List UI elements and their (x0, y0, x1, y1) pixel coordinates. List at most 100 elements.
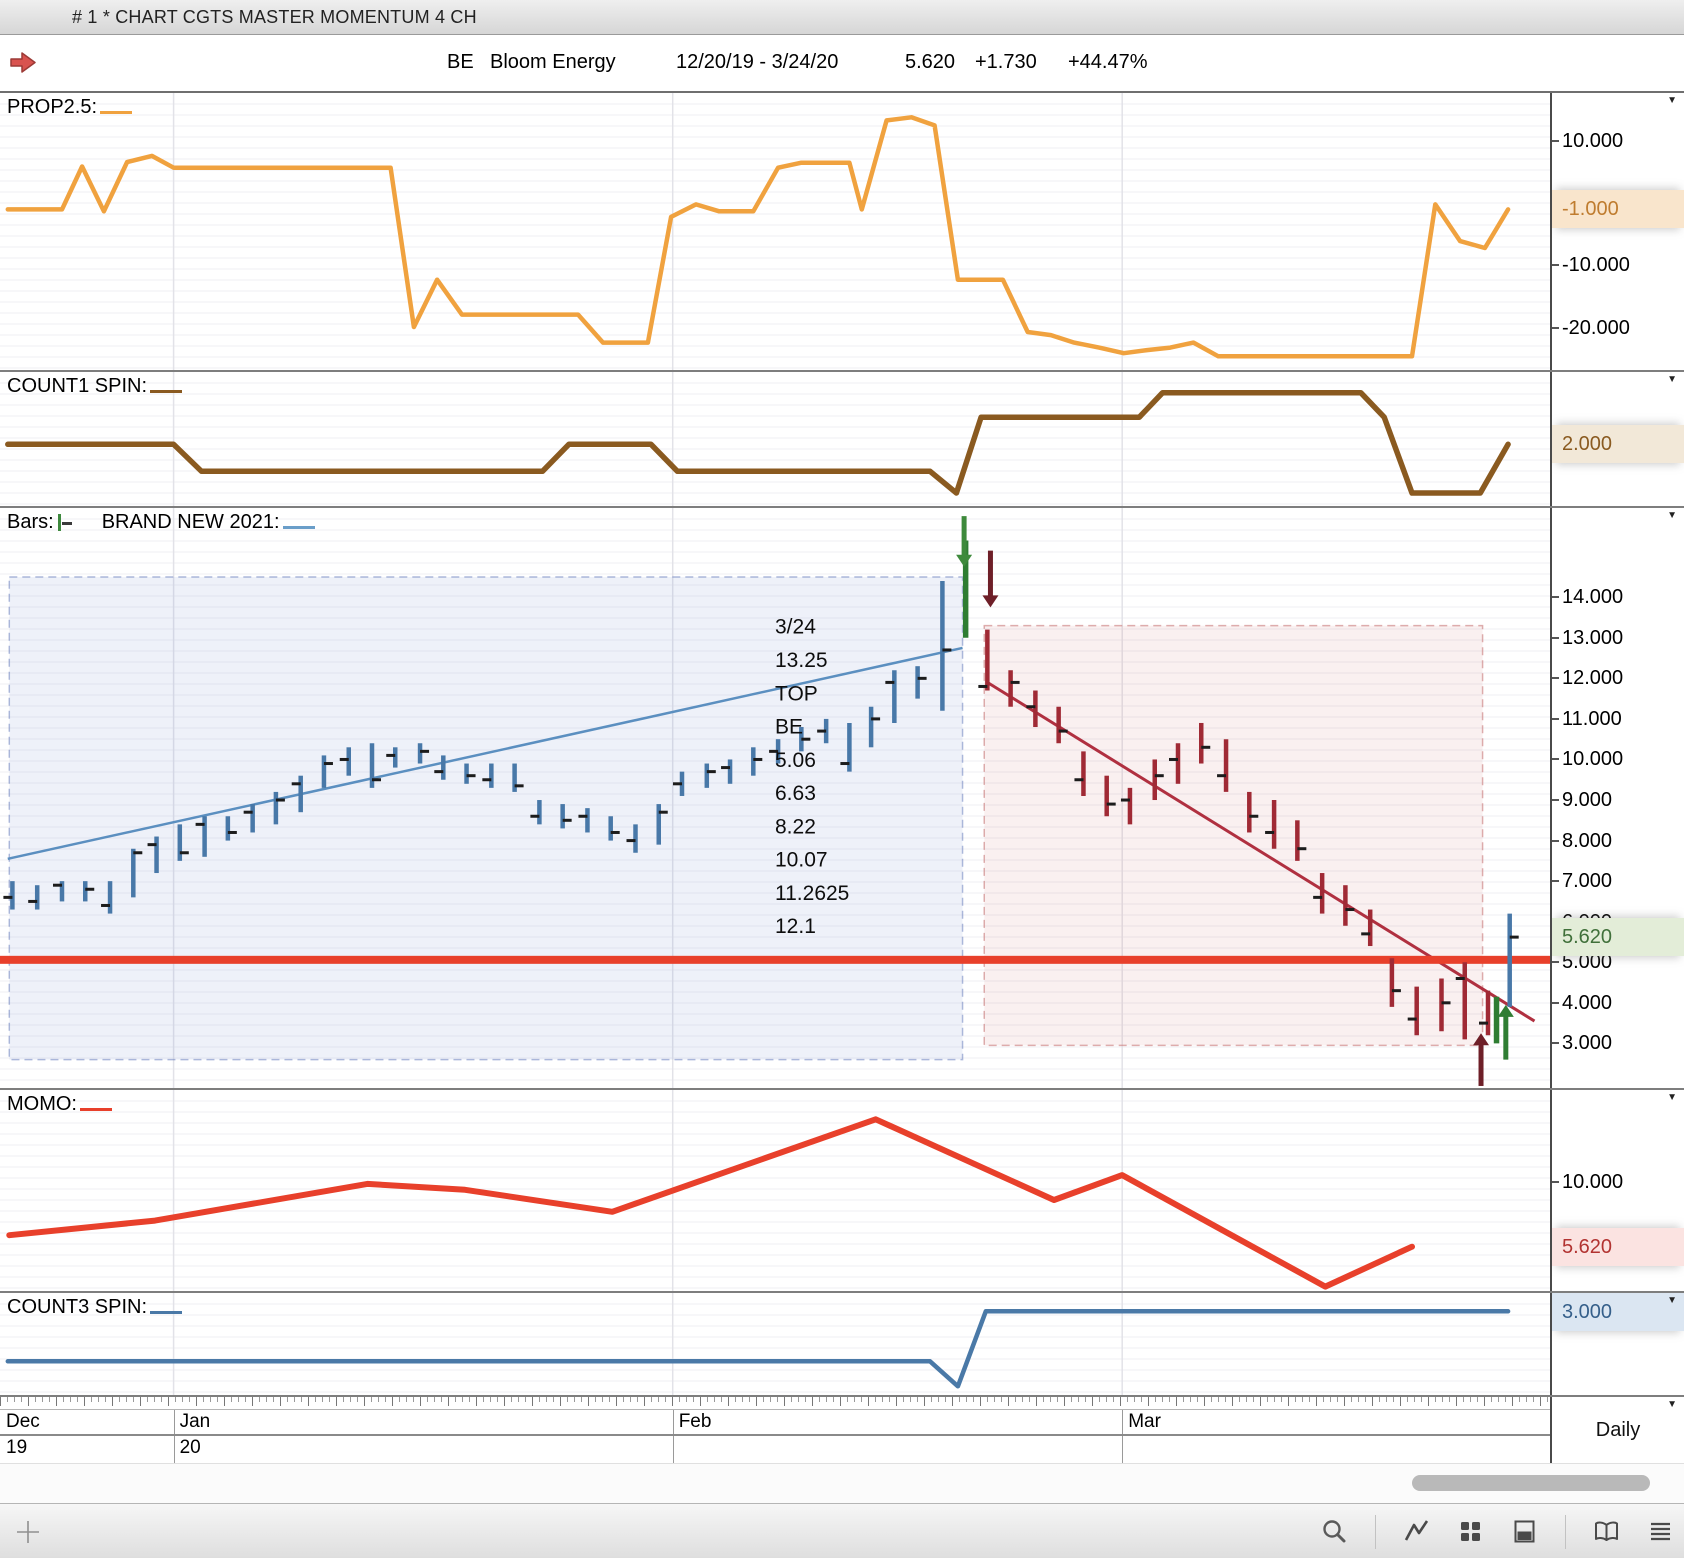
period-label: Daily (1595, 1418, 1641, 1441)
price-change: +1.730 (975, 51, 1037, 73)
brown-line-swatch (150, 390, 183, 393)
svg-text:5.06: 5.06 (775, 749, 816, 772)
book-icon[interactable] (1593, 1518, 1620, 1545)
horizontal-scrollbar-thumb[interactable] (1412, 1475, 1650, 1491)
panel-count3: COUNT3 SPIN: ▼ 3.000 (0, 1293, 1684, 1397)
percent-change: +44.47% (1068, 51, 1148, 73)
panel-dropdown-triangle-icon[interactable]: ▼ (1667, 1092, 1677, 1103)
axis-value-badge: 3.000 (1552, 1293, 1684, 1331)
last-price: 5.620 (905, 51, 956, 73)
period-dropdown-triangle-icon[interactable]: ▼ (1667, 1399, 1677, 1410)
bars-canvas[interactable]: 3/24 13.25 TOP BE 5.06 6.63 8.22 10.07 11.2625 12… (0, 508, 1550, 1088)
crosshair-plus-icon[interactable] (14, 1518, 42, 1546)
year-labels-row: 19 20 (0, 1436, 1550, 1463)
axis-label: 11.000 (1552, 706, 1684, 732)
month-separator (1122, 1410, 1124, 1434)
prop25-canvas[interactable] (0, 93, 1550, 370)
panel-dropdown-triangle-icon[interactable]: ▼ (1667, 510, 1677, 521)
axis-label: 14.000 (1552, 584, 1684, 610)
momo-axis: ▼ 10.000 5.620 (1550, 1090, 1684, 1291)
count3-canvas[interactable] (0, 1293, 1550, 1395)
axis-label: 7.000 (1552, 868, 1684, 894)
axis-label: 10.000 (1552, 1169, 1684, 1195)
red-right-arrow-icon[interactable] (8, 49, 38, 77)
svg-text:12.1: 12.1 (775, 915, 816, 938)
momo-plot[interactable]: MOMO: (0, 1090, 1550, 1291)
month-label: Dec (6, 1411, 40, 1432)
prop25-axis: ▼ 10.000 -10.000 -20.000 -1.000 (1550, 93, 1684, 370)
magnifier-icon[interactable] (1321, 1518, 1348, 1545)
axis-label: 13.000 (1552, 625, 1684, 651)
toolbar-separator (1565, 1514, 1566, 1549)
panel-count1: COUNT1 SPIN: ▼ 2.000 (0, 372, 1684, 508)
quote-header: BE Bloom Energy 12/20/19 - 3/24/20 5.620… (0, 35, 1684, 93)
window-title: # 1 * CHART CGTS MASTER MOMENTUM 4 CH (72, 6, 477, 27)
panel-momo: MOMO: ▼ 10.000 5.620 (0, 1090, 1684, 1293)
count3-plot[interactable]: COUNT3 SPIN: (0, 1293, 1550, 1395)
month-separator (173, 1436, 175, 1463)
axis-label: 10.000 (1552, 746, 1684, 772)
svg-text:11.2625: 11.2625 (775, 882, 849, 905)
axis-label: 10.000 (1552, 128, 1684, 154)
axis-value-badge: 5.620 (1552, 918, 1684, 957)
chart-window: # 1 * CHART CGTS MASTER MOMENTUM 4 CH BE… (0, 0, 1684, 1558)
prop25-plot[interactable]: PROP2.5: (0, 93, 1550, 370)
axis-value-badge: 2.000 (1552, 425, 1684, 464)
svg-text:10.07: 10.07 (775, 849, 828, 872)
panel-prop25: PROP2.5: ▼ 10.000 -10.000 -20.000 -1.000 (0, 93, 1684, 372)
steel-line-swatch (150, 1311, 183, 1314)
menu-lines-icon[interactable] (1647, 1518, 1674, 1545)
month-separator (672, 1410, 674, 1434)
momo-canvas[interactable] (0, 1090, 1550, 1291)
axis-label: 3.000 (1552, 1030, 1684, 1056)
date-range: 12/20/19 - 3/24/20 (676, 51, 839, 73)
axis-label: 12.000 (1552, 665, 1684, 691)
count1-axis: ▼ 2.000 (1550, 372, 1684, 506)
toolbar-separator (1375, 1514, 1376, 1549)
panel-price-bars: Bars: BRAND NEW 2021: 3/24 13.25 TOP BE 5.06 6… (0, 508, 1684, 1090)
bars-title: Bars: BRAND NEW 2021: (7, 511, 315, 534)
count3-axis: ▼ 3.000 (1550, 1293, 1684, 1395)
horizontal-scroll-area (0, 1463, 1684, 1503)
blue-line-swatch (282, 526, 315, 529)
count1-plot[interactable]: COUNT1 SPIN: (0, 372, 1550, 506)
bottom-toolbar (0, 1503, 1684, 1558)
axis-label: -20.000 (1552, 315, 1684, 341)
ticker-symbol: BE (447, 51, 474, 73)
svg-text:13.25: 13.25 (775, 649, 828, 672)
title-bar: # 1 * CHART CGTS MASTER MOMENTUM 4 CH (0, 0, 1684, 35)
axis-label: -10.000 (1552, 252, 1684, 278)
svg-text:3/24: 3/24 (775, 616, 816, 639)
prop25-title: PROP2.5: (7, 96, 133, 119)
line-chart-icon[interactable] (1403, 1518, 1430, 1545)
axis-label: 9.000 (1552, 787, 1684, 813)
month-labels-row: Dec Jan Feb Mar (0, 1410, 1550, 1436)
count3-title: COUNT3 SPIN: (7, 1296, 183, 1319)
month-separator (672, 1436, 674, 1463)
x-axis-area: Dec Jan Feb Mar 19 20 Daily ▼ (0, 1397, 1684, 1463)
red-line-swatch (80, 1108, 112, 1111)
svg-text:8.22: 8.22 (775, 815, 816, 838)
month-label: Mar (1128, 1411, 1161, 1432)
bar-tick-swatch (61, 522, 72, 525)
panel-dropdown-triangle-icon[interactable]: ▼ (1667, 95, 1677, 106)
year-label: 19 (6, 1437, 28, 1458)
orange-line-swatch (100, 111, 133, 114)
company-name: Bloom Energy (490, 51, 616, 73)
split-view-icon[interactable] (1511, 1518, 1538, 1545)
month-separator (1122, 1436, 1124, 1463)
year-label: 20 (179, 1437, 201, 1458)
month-label: Feb (678, 1411, 712, 1432)
grid-view-icon[interactable] (1457, 1518, 1484, 1545)
panel-dropdown-triangle-icon[interactable]: ▼ (1667, 374, 1677, 385)
month-separator (173, 1410, 175, 1434)
bar-style-swatch (57, 514, 61, 531)
date-tick-ruler (0, 1397, 1550, 1410)
axis-label: 8.000 (1552, 828, 1684, 854)
panel-dropdown-triangle-icon[interactable]: ▼ (1667, 1295, 1677, 1306)
period-selector[interactable]: Daily ▼ (1550, 1397, 1684, 1463)
main-price-plot[interactable]: Bars: BRAND NEW 2021: 3/24 13.25 TOP BE 5.06 6… (0, 508, 1550, 1088)
count1-canvas[interactable] (0, 372, 1550, 506)
count1-title: COUNT1 SPIN: (7, 375, 183, 398)
momo-title: MOMO: (7, 1093, 112, 1116)
